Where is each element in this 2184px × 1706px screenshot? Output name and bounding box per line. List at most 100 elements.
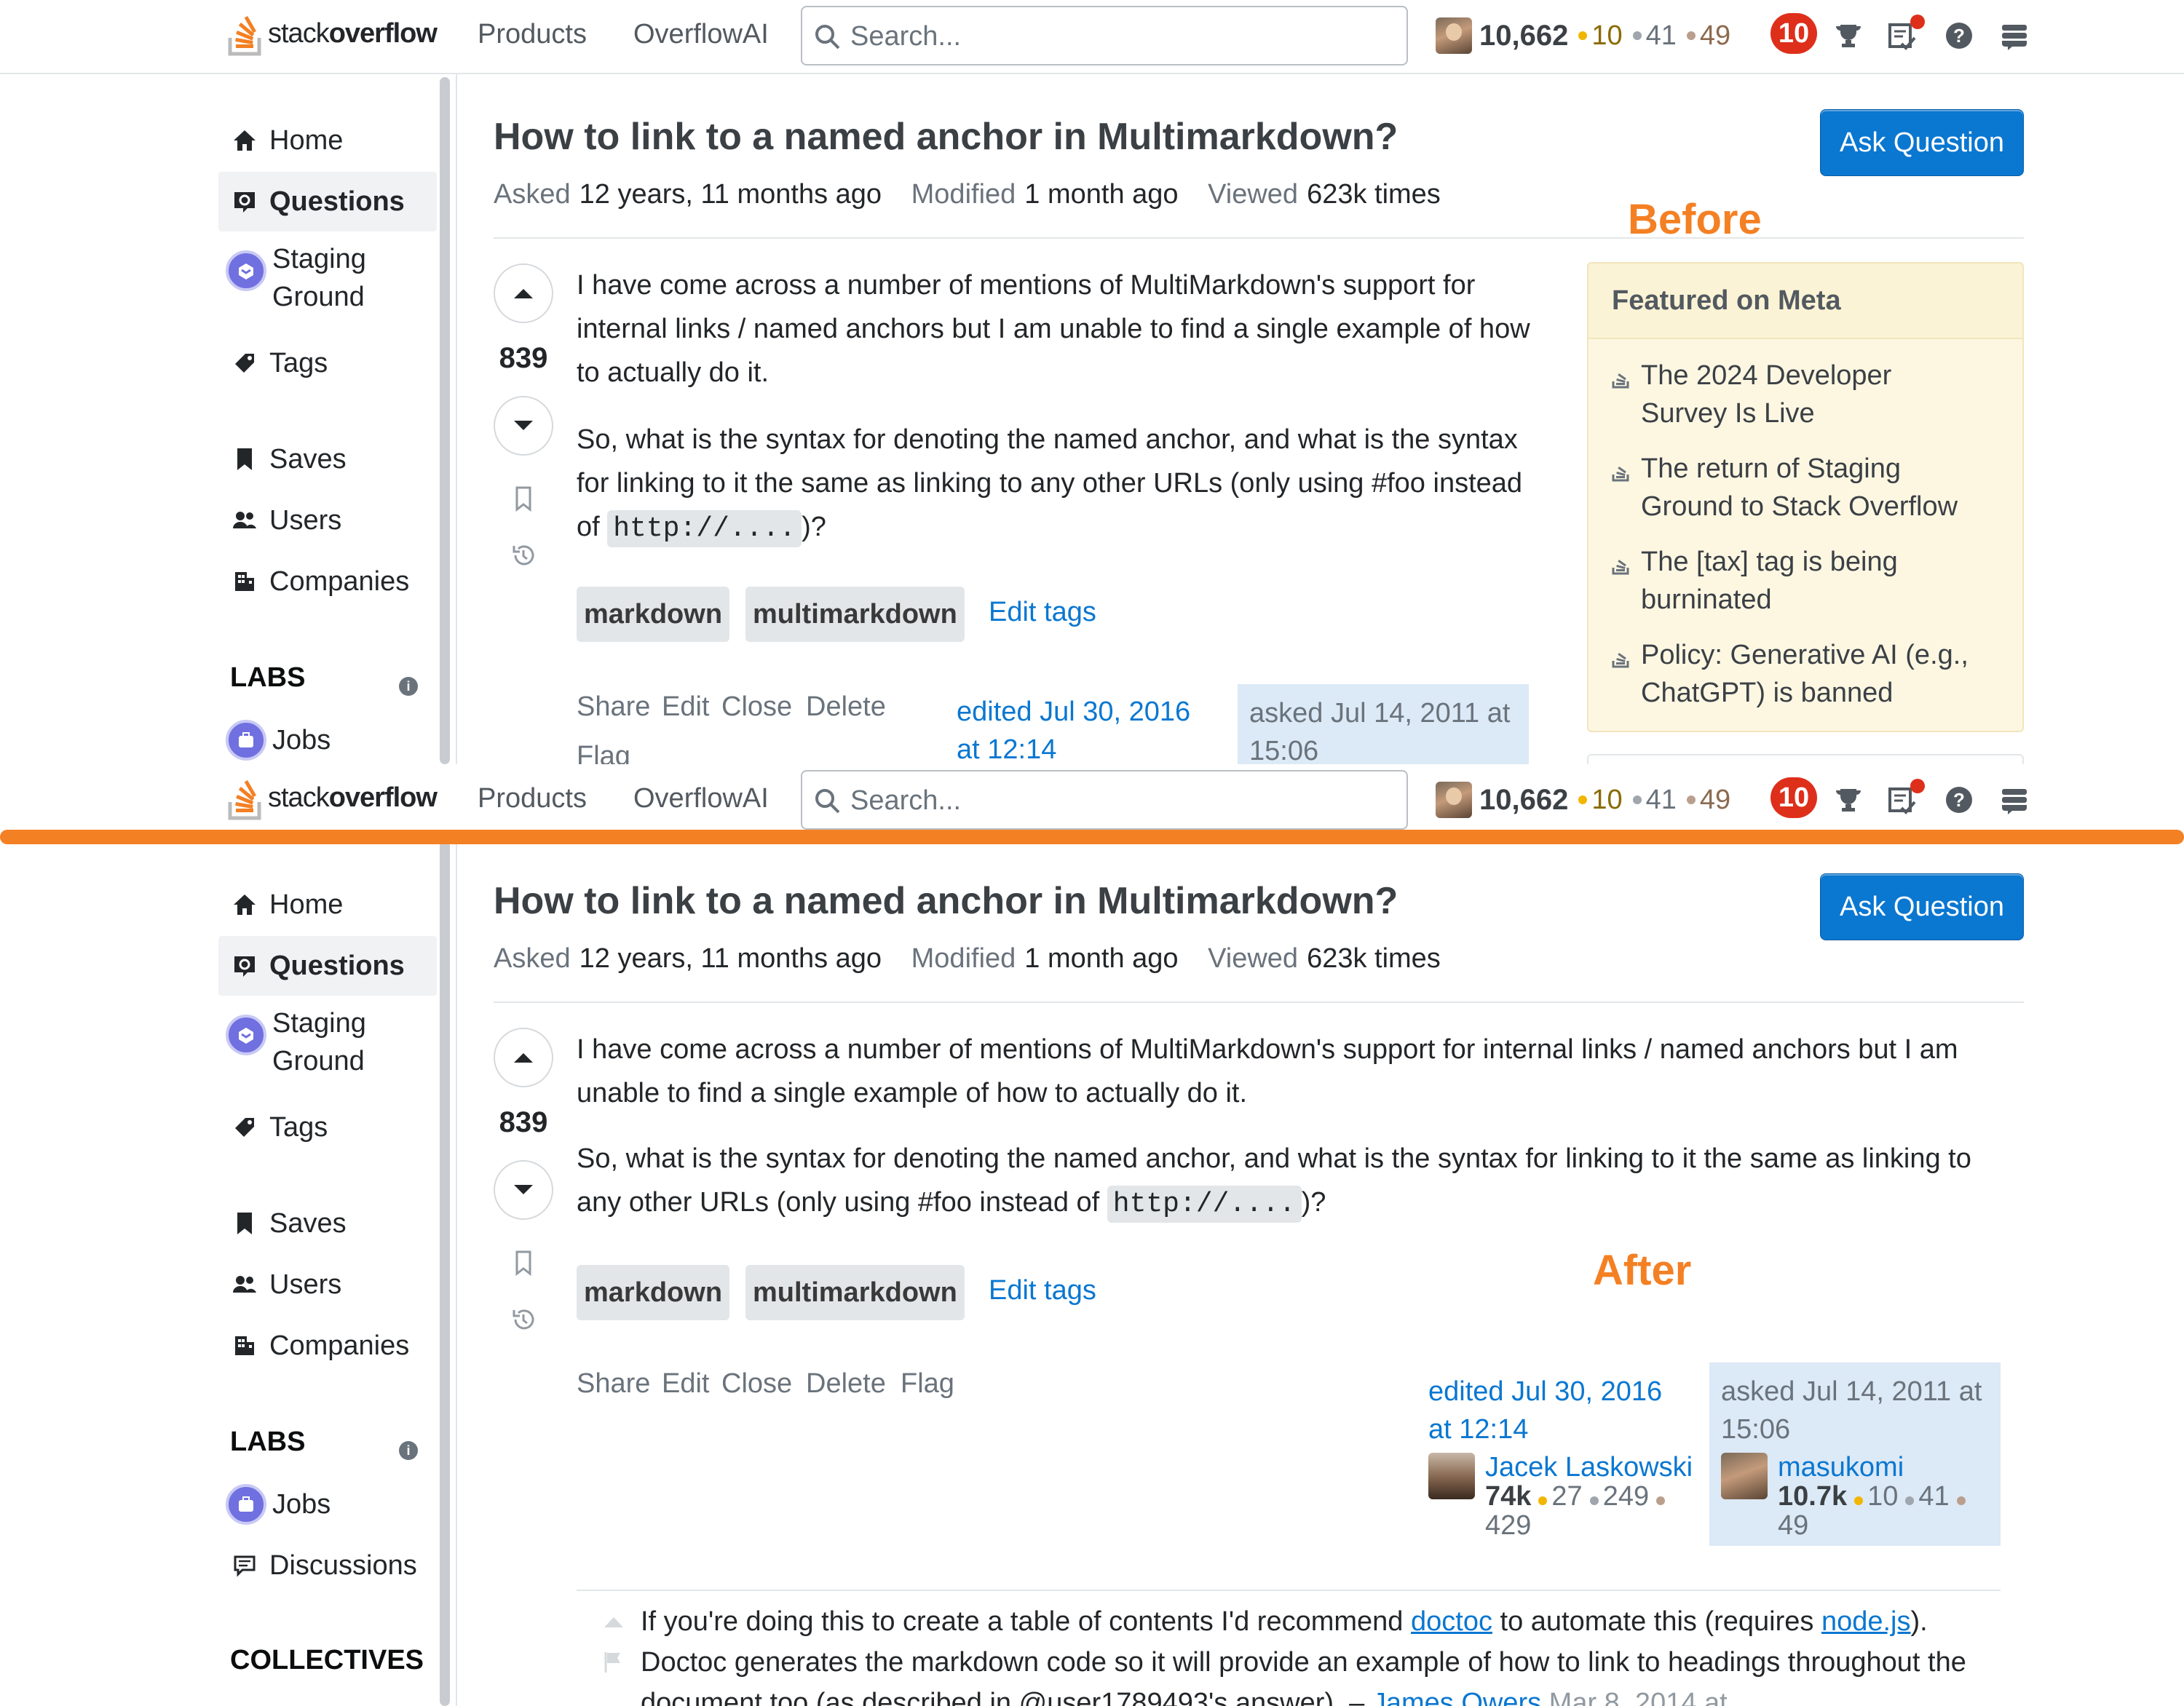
sidebar-item-companies[interactable]: Companies <box>218 1316 437 1376</box>
bookmark-icon[interactable] <box>510 1249 537 1277</box>
top-bar: stackoverflow Products OverflowAI 10,662… <box>0 764 2184 838</box>
edit-link[interactable]: Edit <box>662 1368 709 1400</box>
sidebar-item-staging-ground[interactable]: Staging Ground <box>218 240 437 320</box>
stackoverflow-logo[interactable]: stackoverflow <box>227 10 438 57</box>
search-box[interactable] <box>801 770 1408 830</box>
tag-markdown[interactable]: markdown <box>577 587 730 642</box>
sidebar-divider <box>456 74 457 764</box>
site-switcher-icon[interactable] <box>1999 785 2030 815</box>
delete-link[interactable]: Delete <box>806 691 886 723</box>
sidebar-scrollbar[interactable] <box>440 841 450 1706</box>
help-icon[interactable]: ? <box>1944 20 1974 51</box>
upvote-button[interactable] <box>494 263 553 323</box>
sidebar-item-jobs[interactable]: Jobs <box>218 710 437 764</box>
edit-tags-link[interactable]: Edit tags <box>989 597 1096 628</box>
stackoverflow-logo[interactable]: stackoverflow <box>227 774 438 821</box>
sidebar-item-staging-ground[interactable]: Staging Ground <box>218 1004 437 1084</box>
close-link[interactable]: Close <box>721 691 792 723</box>
avatar[interactable] <box>1436 17 1472 54</box>
sidebar-item-home[interactable]: Home <box>218 111 437 170</box>
bookmark-icon[interactable] <box>510 485 537 512</box>
staging-ground-icon <box>226 250 266 291</box>
site-switcher-icon[interactable] <box>1999 20 2030 51</box>
nav-products[interactable]: Products <box>478 783 587 814</box>
asker-name[interactable]: masukomi <box>1778 1453 1970 1482</box>
sidebar-item-questions[interactable]: Questions <box>218 172 437 231</box>
history-icon[interactable] <box>510 1306 537 1333</box>
close-link[interactable]: Close <box>721 1368 792 1400</box>
history-icon[interactable] <box>510 541 537 569</box>
user-reputation[interactable]: 10,662 10 41 49 <box>1436 777 1730 822</box>
reputation-count: 10,662 <box>1479 19 1569 52</box>
vote-count: 839 <box>499 342 548 374</box>
edit-link[interactable]: Edit <box>662 691 709 723</box>
question-title[interactable]: How to link to a named anchor in Multima… <box>494 115 1398 159</box>
tag-markdown[interactable]: markdown <box>577 1265 730 1320</box>
sidebar-item-discussions[interactable]: Discussions <box>218 1536 437 1595</box>
tag-multimarkdown[interactable]: multimarkdown <box>745 587 965 642</box>
comment-user-link[interactable]: James Owers <box>1372 1688 1541 1706</box>
edit-tags-link[interactable]: Edit tags <box>989 1275 1096 1306</box>
questions-icon <box>230 187 259 216</box>
inbox-badge[interactable]: 10 <box>1770 777 1817 818</box>
sidebar-item-label: Companies <box>269 1330 410 1361</box>
sidebar-item-questions[interactable]: Questions <box>218 936 437 996</box>
ask-question-button[interactable]: Ask Question <box>1820 109 2024 176</box>
help-icon[interactable]: ? <box>1944 785 1974 815</box>
asker-avatar[interactable] <box>1721 1453 1768 1499</box>
flag-link[interactable]: Flag <box>577 741 630 764</box>
search-box[interactable] <box>801 6 1408 66</box>
meta-item[interactable]: The return of Staging Ground to Stack Ove… <box>1612 450 2005 525</box>
labs-heading: LABS <box>230 662 306 693</box>
logo-text: stackoverflow <box>268 17 438 49</box>
sidebar-scrollbar[interactable] <box>440 77 450 764</box>
trophy-icon[interactable] <box>1833 785 1864 815</box>
comment-flag-icon[interactable] <box>601 1649 626 1674</box>
edited-timestamp[interactable]: edited Jul 30, 2016 at 12:14 <box>1428 1373 1662 1448</box>
downvote-button[interactable] <box>494 396 553 456</box>
question-body-paragraph: I have come across a number of mentions … <box>577 270 1530 388</box>
sidebar-item-saves[interactable]: Saves <box>218 429 437 489</box>
nodejs-link[interactable]: node.js <box>1821 1606 1911 1637</box>
editor-name[interactable]: Jacek Laskowski <box>1485 1453 1693 1482</box>
jobs-icon <box>226 720 266 761</box>
flag-link[interactable]: Flag <box>901 1368 954 1400</box>
sidebar-item-home[interactable]: Home <box>218 875 437 935</box>
downvote-button[interactable] <box>494 1160 553 1220</box>
meta-item[interactable]: The [tax] tag is being burninated <box>1612 543 2005 619</box>
upvote-button[interactable] <box>494 1028 553 1087</box>
share-link[interactable]: Share <box>577 691 650 723</box>
sidebar-item-saves[interactable]: Saves <box>218 1194 437 1253</box>
sidebar-item-companies[interactable]: Companies <box>218 552 437 611</box>
sidebar-item-users[interactable]: Users <box>218 1255 437 1314</box>
sidebar-item-tags[interactable]: Tags <box>218 1098 437 1157</box>
search-input[interactable] <box>850 15 1389 58</box>
avatar[interactable] <box>1436 782 1472 818</box>
sidebar-item-users[interactable]: Users <box>218 491 437 550</box>
delete-link[interactable]: Delete <box>806 1368 886 1400</box>
edited-timestamp[interactable]: edited Jul 30, 2016 at 12:14 <box>957 693 1190 764</box>
nav-products[interactable]: Products <box>478 19 587 50</box>
user-reputation[interactable]: 10,662 10 41 49 <box>1436 13 1730 58</box>
info-icon[interactable]: i <box>399 677 418 696</box>
sidebar-item-tags[interactable]: Tags <box>218 333 437 393</box>
question-title[interactable]: How to link to a named anchor in Multima… <box>494 879 1398 923</box>
info-icon[interactable]: i <box>399 1441 418 1460</box>
comment-upvote-icon[interactable] <box>601 1610 626 1635</box>
meta-item[interactable]: The 2024 Developer Survey Is Live <box>1612 357 2005 432</box>
inbox-badge[interactable]: 10 <box>1770 13 1817 54</box>
comment-date[interactable]: Mar 8, 2014 at <box>1541 1688 1728 1706</box>
doctoc-link[interactable]: doctoc <box>1411 1606 1492 1637</box>
sidebar-item-jobs[interactable]: Jobs <box>218 1475 437 1534</box>
trophy-icon[interactable] <box>1833 20 1864 51</box>
search-input[interactable] <box>850 779 1389 822</box>
gold-badge-icon <box>1578 796 1588 804</box>
share-link[interactable]: Share <box>577 1368 650 1400</box>
nav-overflowai[interactable]: OverflowAI <box>633 19 769 50</box>
ask-question-button[interactable]: Ask Question <box>1820 873 2024 940</box>
tag-multimarkdown[interactable]: multimarkdown <box>745 1265 965 1320</box>
nav-overflowai[interactable]: OverflowAI <box>633 783 769 814</box>
users-icon <box>230 1270 259 1299</box>
editor-avatar[interactable] <box>1428 1453 1475 1499</box>
meta-item[interactable]: Policy: Generative AI (e.g., ChatGPT) is … <box>1612 636 2005 712</box>
